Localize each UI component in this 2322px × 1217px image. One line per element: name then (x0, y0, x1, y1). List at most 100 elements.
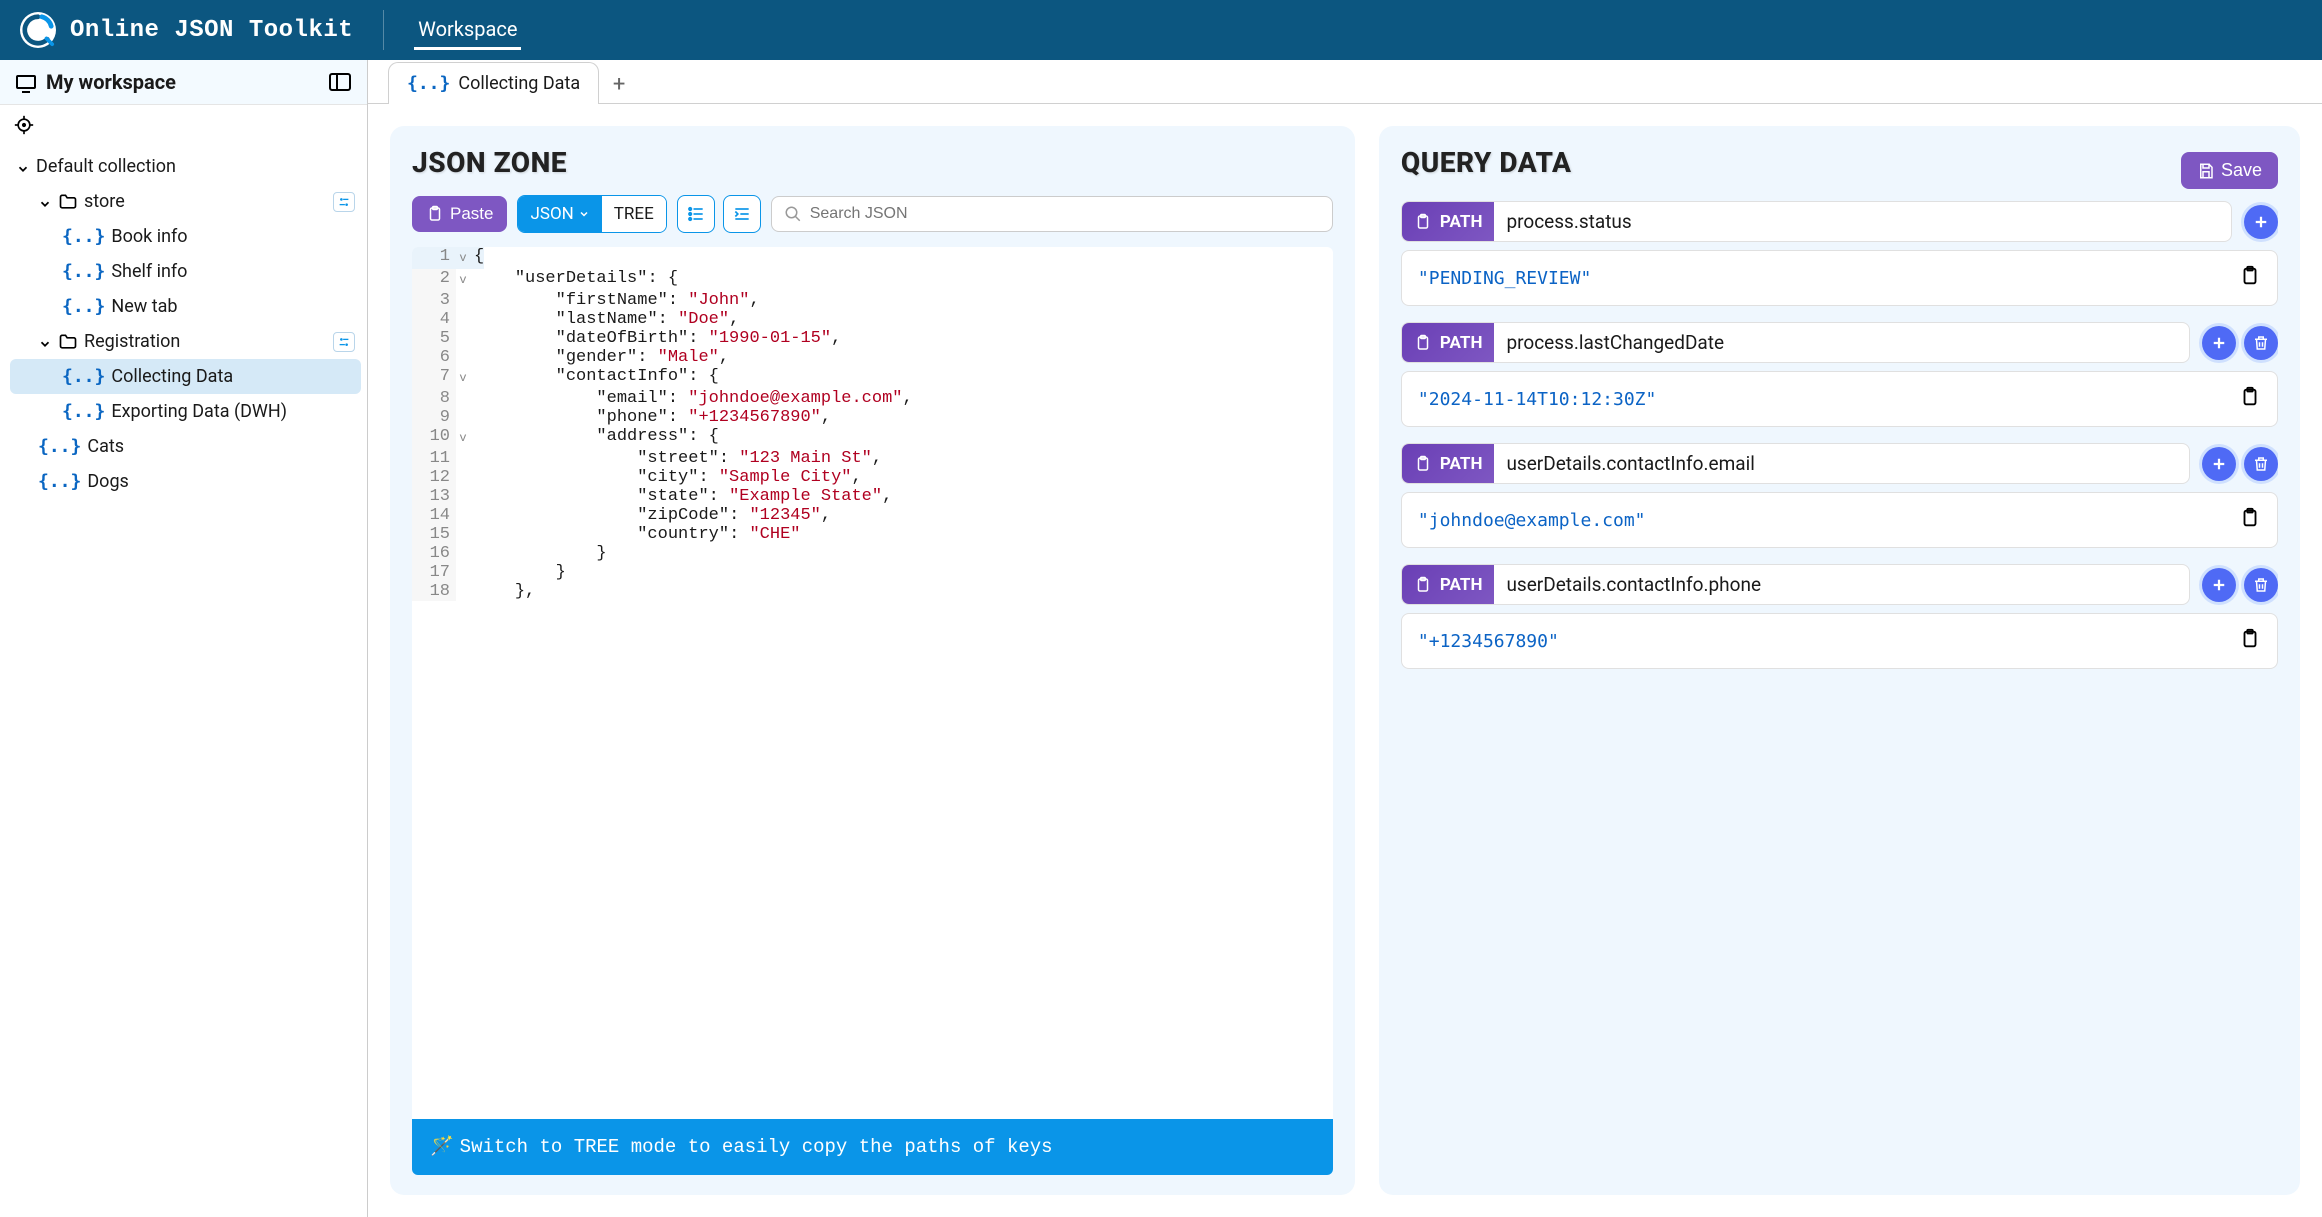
tree-item-cats[interactable]: {..} Cats (10, 429, 361, 464)
app-header: Online JSON Toolkit Workspace (0, 0, 2322, 60)
tree-label: Registration (84, 331, 327, 352)
tree-label: store (84, 191, 327, 212)
delete-path-button[interactable] (2244, 326, 2278, 360)
query-data-title: QUERY DATA (1401, 146, 1572, 179)
chevron-down-icon (16, 160, 30, 174)
clipboard-icon (2239, 265, 2261, 287)
json-search[interactable] (771, 196, 1333, 232)
save-icon (2197, 162, 2215, 180)
tree-item-collecting-data[interactable]: {..} Collecting Data (10, 359, 361, 394)
paste-button[interactable]: Paste (412, 196, 507, 232)
copy-result-button[interactable] (2239, 265, 2261, 291)
path-chip[interactable]: PATHprocess.lastChangedDate (1401, 322, 2190, 363)
tree-collection-root[interactable]: Default collection (10, 149, 361, 184)
sidebar-collapse-button[interactable] (329, 73, 351, 91)
code-line[interactable]: 1v{ (412, 247, 1333, 269)
add-path-button[interactable] (2244, 205, 2278, 239)
query-item: PATHuserDetails.contactInfo.email"johndo… (1401, 443, 2278, 548)
view-mode-toggle: JSON TREE (517, 195, 666, 233)
code-line[interactable]: 11 "street": "123 Main St", (412, 449, 1333, 468)
code-line[interactable]: 15 "country": "CHE" (412, 525, 1333, 544)
code-line[interactable]: 5 "dateOfBirth": "1990-01-15", (412, 329, 1333, 348)
copy-result-button[interactable] (2239, 386, 2261, 412)
path-chip[interactable]: PATHuserDetails.contactInfo.email (1401, 443, 2190, 484)
save-button[interactable]: Save (2181, 152, 2278, 189)
code-editor[interactable]: 1v{2v "userDetails": {3 "firstName": "Jo… (412, 247, 1333, 1175)
workspace-nav-tab[interactable]: Workspace (414, 11, 521, 50)
tree-label: New tab (111, 296, 355, 317)
app-logo (20, 12, 56, 48)
copy-result-button[interactable] (2239, 507, 2261, 533)
code-line[interactable]: 7v "contactInfo": { (412, 367, 1333, 389)
node-settings-button[interactable] (333, 332, 355, 352)
node-settings-button[interactable] (333, 192, 355, 212)
add-path-button[interactable] (2202, 447, 2236, 481)
json-braces-icon: {..} (62, 401, 105, 422)
json-braces-icon: {..} (62, 261, 105, 282)
clipboard-icon (1414, 334, 1432, 352)
code-line[interactable]: 4 "lastName": "Doe", (412, 310, 1333, 329)
path-chip[interactable]: PATHuserDetails.contactInfo.phone (1401, 564, 2190, 605)
json-braces-icon: {..} (62, 296, 105, 317)
tab-add-button[interactable]: + (599, 72, 639, 103)
hint-text: Switch to TREE mode to easily copy the p… (460, 1133, 1053, 1162)
mode-tree-button[interactable]: TREE (602, 196, 666, 232)
code-line[interactable]: 16 } (412, 544, 1333, 563)
clipboard-icon (2239, 628, 2261, 650)
paste-label: Paste (450, 204, 493, 224)
tree-item-book-info[interactable]: {..} Book info (10, 219, 361, 254)
indent-icon (732, 204, 752, 224)
result-value: "2024-11-14T10:12:30Z" (1418, 389, 1656, 410)
search-input[interactable] (810, 205, 1320, 223)
code-line[interactable]: 12 "city": "Sample City", (412, 468, 1333, 487)
code-line[interactable]: 18 }, (412, 582, 1333, 601)
tree-label: Exporting Data (DWH) (111, 401, 355, 422)
tab-collecting-data[interactable]: {..} Collecting Data (388, 62, 599, 104)
query-item: PATHprocess.status"PENDING_REVIEW" (1401, 201, 2278, 306)
clipboard-icon (1414, 455, 1432, 473)
tree-item-shelf-info[interactable]: {..} Shelf info (10, 254, 361, 289)
locate-icon[interactable] (14, 115, 34, 135)
code-line[interactable]: 14 "zipCode": "12345", (412, 506, 1333, 525)
folder-icon (58, 332, 78, 352)
clipboard-icon (1414, 576, 1432, 594)
json-zone-title: JSON ZONE (412, 146, 1333, 179)
code-line[interactable]: 2v "userDetails": { (412, 269, 1333, 291)
code-line[interactable]: 13 "state": "Example State", (412, 487, 1333, 506)
tree-label: Default collection (36, 156, 355, 177)
query-result: "+1234567890" (1401, 613, 2278, 669)
path-text: process.status (1494, 202, 1643, 241)
wand-icon: 🪄 (430, 1133, 454, 1162)
tree-folder-registration[interactable]: Registration (10, 324, 361, 359)
tree-item-exporting-data[interactable]: {..} Exporting Data (DWH) (10, 394, 361, 429)
trash-icon (2252, 334, 2270, 352)
path-badge: PATH (1402, 202, 1495, 241)
path-badge: PATH (1402, 565, 1495, 604)
collapse-all-button[interactable] (723, 195, 761, 233)
delete-path-button[interactable] (2244, 568, 2278, 602)
list-icon (686, 204, 706, 224)
code-line[interactable]: 3 "firstName": "John", (412, 291, 1333, 310)
expand-all-button[interactable] (677, 195, 715, 233)
code-line[interactable]: 10v "address": { (412, 427, 1333, 449)
code-line[interactable]: 8 "email": "johndoe@example.com", (412, 389, 1333, 408)
code-line[interactable]: 6 "gender": "Male", (412, 348, 1333, 367)
tree-item-dogs[interactable]: {..} Dogs (10, 464, 361, 499)
delete-path-button[interactable] (2244, 447, 2278, 481)
tree-item-new-tab[interactable]: {..} New tab (10, 289, 361, 324)
path-text: process.lastChangedDate (1494, 323, 1736, 362)
query-data-panel: QUERY DATA Save PATHprocess.status"PENDI… (1379, 126, 2300, 1195)
tree-folder-store[interactable]: store (10, 184, 361, 219)
mode-json-button[interactable]: JSON (518, 196, 601, 232)
add-path-button[interactable] (2202, 326, 2236, 360)
code-line[interactable]: 17 } (412, 563, 1333, 582)
clipboard-icon (426, 205, 444, 223)
sidebar: My workspace Default collection store {.… (0, 60, 368, 1217)
path-chip[interactable]: PATHprocess.status (1401, 201, 2232, 242)
add-path-button[interactable] (2202, 568, 2236, 602)
app-title: Online JSON Toolkit (70, 17, 353, 44)
plus-icon (2210, 455, 2228, 473)
workspace-icon (16, 75, 36, 89)
copy-result-button[interactable] (2239, 628, 2261, 654)
code-line[interactable]: 9 "phone": "+1234567890", (412, 408, 1333, 427)
